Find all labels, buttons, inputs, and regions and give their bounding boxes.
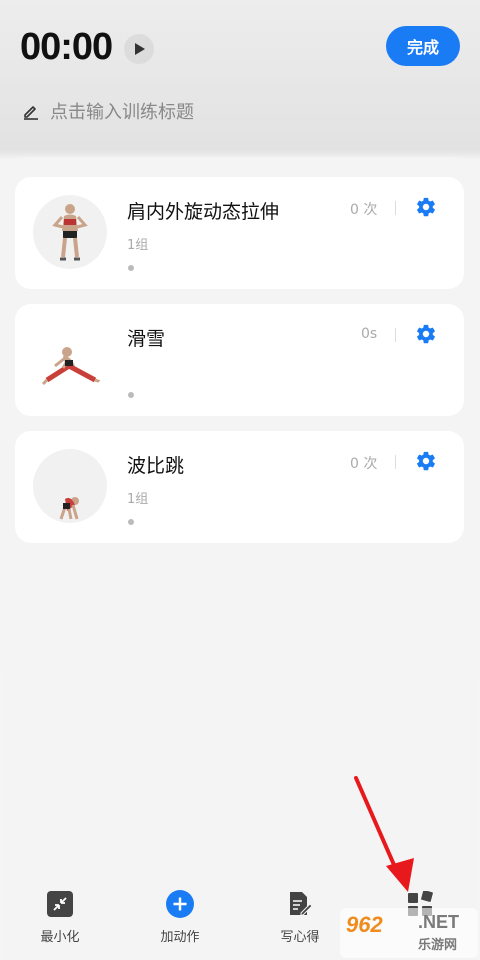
exercise-count: 0s — [361, 326, 378, 342]
done-button[interactable]: 完成 — [386, 26, 460, 66]
exercise-thumbnail — [33, 449, 107, 523]
exercise-thumbnail — [33, 322, 107, 396]
divider — [395, 328, 396, 342]
pencil-icon — [24, 106, 38, 120]
watermark-brand-number: 962 — [346, 912, 383, 937]
watermark-logo: 962 .NET 乐游网 — [340, 908, 478, 958]
annotation-arrow — [354, 776, 414, 892]
gear-icon[interactable] — [415, 196, 437, 218]
exercise-sets: 1组 — [127, 492, 149, 507]
watermark-brand-net: .NET — [418, 912, 460, 932]
exercise-name: 滑雪 — [127, 328, 166, 350]
add-exercise-label: 加动作 — [160, 930, 200, 945]
workout-timer: 00:00 — [20, 26, 113, 68]
exercise-sets: 1组 — [127, 238, 149, 253]
exercise-thumbnail — [33, 195, 107, 269]
exercise-count: 0 次 — [350, 456, 378, 472]
exercise-card[interactable]: 肩内外旋动态拉伸 1组 0 次 — [15, 177, 464, 289]
write-notes-button[interactable]: 写心得 — [250, 890, 350, 945]
set-dot — [128, 519, 134, 525]
divider — [395, 201, 396, 215]
minimize-button[interactable]: 最小化 — [10, 890, 110, 945]
set-dot — [128, 392, 134, 398]
divider — [395, 455, 396, 469]
exercise-count: 0 次 — [350, 202, 378, 218]
set-dot — [128, 265, 134, 271]
exercise-name: 肩内外旋动态拉伸 — [127, 201, 280, 223]
minimize-label: 最小化 — [40, 930, 80, 945]
play-button[interactable] — [124, 34, 154, 64]
exercise-name: 波比跳 — [127, 455, 185, 477]
workout-title-input[interactable]: 点击输入训练标题 — [22, 98, 194, 124]
gear-icon[interactable] — [415, 323, 437, 345]
add-circle-icon — [166, 890, 194, 918]
workout-title-placeholder: 点击输入训练标题 — [50, 102, 194, 123]
watermark-brand-cn: 乐游网 — [418, 938, 458, 953]
minimize-icon — [47, 891, 73, 917]
add-exercise-button[interactable]: 加动作 — [130, 890, 230, 945]
exercise-card[interactable]: 滑雪 0s — [15, 304, 464, 416]
workout-header: 00:00 完成 点击输入训练标题 — [0, 0, 480, 160]
write-notes-label: 写心得 — [280, 930, 320, 945]
note-edit-icon — [290, 892, 313, 916]
exercise-card[interactable]: 波比跳 1组 0 次 — [15, 431, 464, 543]
gear-icon[interactable] — [415, 450, 437, 472]
play-icon — [135, 43, 145, 55]
